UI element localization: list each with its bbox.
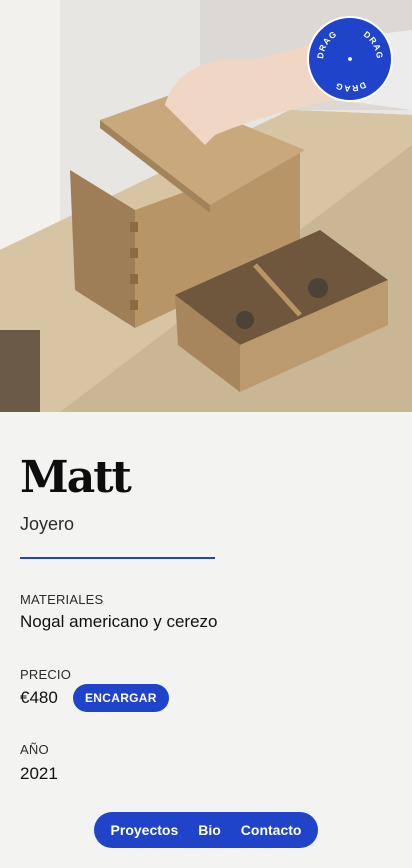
price-value: €480 — [20, 688, 58, 707]
materials-value: Nogal americano y cerezo — [20, 612, 218, 631]
materials-label: MATERIALES — [20, 592, 104, 607]
drag-badge[interactable]: DRAG DRAG DRAG — [307, 16, 393, 102]
nav-link-bio[interactable]: Bio — [198, 822, 221, 838]
year-value: 2021 — [20, 764, 58, 783]
drag-text: DRAG — [315, 29, 338, 60]
price-label: PRECIO — [20, 667, 72, 682]
svg-text:DRAG: DRAG — [362, 29, 385, 60]
product-title: Matt — [20, 452, 132, 503]
order-button[interactable]: ENCARGAR — [73, 684, 169, 712]
svg-text:DRAG: DRAG — [333, 80, 367, 94]
bottom-nav: Proyectos Bio Contacto — [94, 812, 318, 848]
year-label: AÑO — [20, 742, 49, 757]
product-subtitle: Joyero — [20, 514, 75, 534]
drag-text: DRAG — [333, 80, 366, 94]
divider — [20, 557, 215, 559]
drag-circle-icon: DRAG DRAG DRAG — [315, 29, 385, 94]
drag-text: DRAG — [362, 29, 384, 60]
product-photo[interactable]: DRAG DRAG DRAG — [0, 0, 412, 412]
nav-link-contacto[interactable]: Contacto — [241, 822, 302, 838]
nav-link-proyectos[interactable]: Proyectos — [111, 822, 179, 838]
svg-text:DRAG: DRAG — [315, 29, 339, 60]
